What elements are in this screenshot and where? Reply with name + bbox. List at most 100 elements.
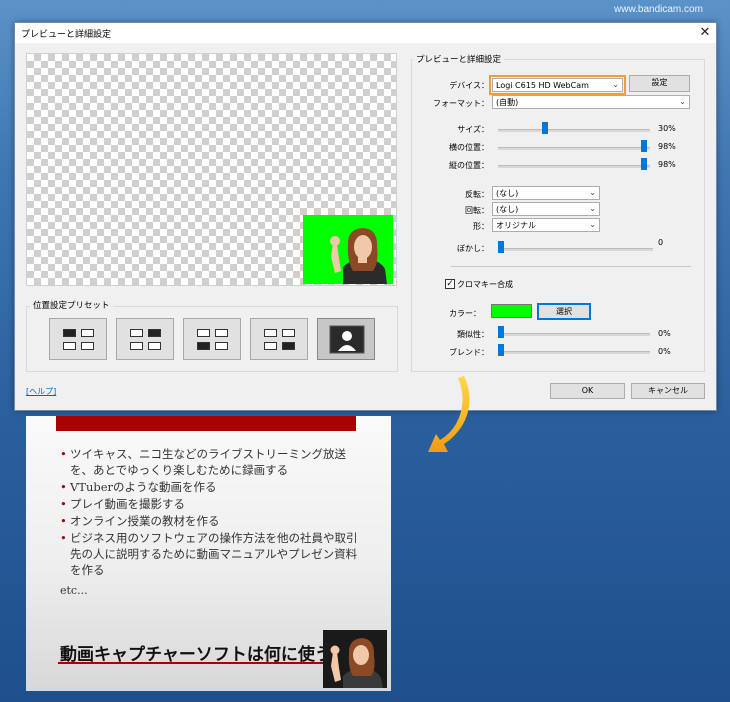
chevron-down-icon: ⌄ bbox=[679, 97, 686, 106]
device-select[interactable]: Logi C615 HD WebCam ⌄ bbox=[492, 78, 623, 92]
divider bbox=[451, 266, 691, 267]
similarity-slider-thumb[interactable] bbox=[498, 326, 504, 338]
hpos-slider-track[interactable] bbox=[498, 147, 650, 150]
preset-group-label: 位置設定プリセット bbox=[30, 299, 113, 311]
preview-settings-dialog: プレビューと詳細設定 ✕ 位置設定プリセット プレビューと詳細設定 デバイス： … bbox=[14, 22, 717, 411]
checkmark-icon: ✓ bbox=[446, 279, 454, 289]
cell-icon bbox=[130, 329, 143, 337]
woman-waving-image bbox=[303, 215, 393, 284]
flip-label: 反転： bbox=[465, 190, 489, 199]
cancel-button[interactable]: キャンセル bbox=[631, 383, 705, 399]
cell-icon bbox=[264, 329, 277, 337]
shape-select[interactable]: オリジナル ⌄ bbox=[492, 218, 600, 232]
list-item: ツイキャス、ニコ生などのライブストリーミング放送を、あとでゆっくり楽しむために録… bbox=[60, 446, 360, 478]
rotate-select[interactable]: (なし) ⌄ bbox=[492, 202, 600, 216]
cell-icon bbox=[215, 329, 228, 337]
blend-label: ブレンド： bbox=[449, 348, 489, 357]
flip-value: (なし) bbox=[496, 189, 519, 198]
device-label: デバイス： bbox=[449, 81, 489, 90]
blur-value: 0 bbox=[658, 238, 664, 247]
color-select-button[interactable]: 選択 bbox=[537, 303, 591, 320]
cell-icon bbox=[81, 342, 94, 350]
blend-slider-track[interactable] bbox=[498, 351, 650, 354]
vpos-slider-thumb[interactable] bbox=[641, 158, 648, 170]
blur-slider-track[interactable] bbox=[498, 248, 653, 251]
slide-top-bar bbox=[56, 416, 356, 431]
ok-button[interactable]: OK bbox=[550, 383, 625, 399]
cell-icon bbox=[81, 329, 94, 337]
color-label: カラー： bbox=[449, 309, 481, 318]
size-slider-thumb[interactable] bbox=[541, 122, 548, 134]
preset-top-left-button[interactable] bbox=[49, 318, 107, 360]
preset-bottom-right-button[interactable] bbox=[250, 318, 308, 360]
hpos-label: 横の位置： bbox=[449, 143, 489, 152]
blur-slider-thumb[interactable] bbox=[498, 241, 504, 253]
cell-icon bbox=[197, 329, 210, 337]
size-slider-track[interactable] bbox=[498, 129, 650, 132]
vpos-label: 縦の位置： bbox=[449, 161, 489, 170]
preset-top-right-button[interactable] bbox=[116, 318, 174, 360]
dialog-title: プレビューと詳細設定 bbox=[21, 30, 112, 40]
rotate-value: (なし) bbox=[496, 205, 519, 214]
format-label: フォーマット： bbox=[433, 99, 489, 108]
size-value: 30% bbox=[658, 124, 676, 133]
cell-icon bbox=[130, 342, 143, 350]
woman-waving-photo bbox=[323, 630, 387, 688]
preset-bottom-left-button[interactable] bbox=[183, 318, 241, 360]
person-icon bbox=[329, 325, 365, 354]
shape-value: オリジナル bbox=[496, 221, 536, 230]
cell-icon bbox=[63, 329, 76, 337]
similarity-value: 0% bbox=[658, 329, 671, 338]
chevron-down-icon: ⌄ bbox=[589, 188, 596, 197]
cell-icon bbox=[282, 329, 295, 337]
similarity-label: 類似性： bbox=[457, 330, 489, 339]
slide-bullet-list: ツイキャス、ニコ生などのライブストリーミング放送を、あとでゆっくり楽しむために録… bbox=[60, 446, 360, 579]
blend-value: 0% bbox=[658, 347, 671, 356]
format-value: (自動) bbox=[496, 98, 519, 107]
vpos-slider-track[interactable] bbox=[498, 165, 650, 168]
chevron-down-icon: ⌄ bbox=[589, 220, 596, 229]
chevron-down-icon: ⌄ bbox=[612, 80, 619, 89]
presentation-slide: ツイキャス、ニコ生などのライブストリーミング放送を、あとでゆっくり楽しむために録… bbox=[26, 416, 391, 691]
chromakey-label: クロマキー合成 bbox=[457, 280, 513, 289]
blur-label: ぼかし： bbox=[457, 244, 489, 253]
similarity-slider-track[interactable] bbox=[498, 333, 650, 336]
hpos-value: 98% bbox=[658, 142, 676, 151]
cell-icon bbox=[264, 342, 277, 350]
help-link[interactable]: [ヘルプ] bbox=[26, 386, 56, 397]
vpos-value: 98% bbox=[658, 160, 676, 169]
hpos-slider-thumb[interactable] bbox=[641, 140, 648, 152]
cell-icon bbox=[282, 342, 295, 350]
cell-icon bbox=[215, 342, 228, 350]
format-select[interactable]: (自動) ⌄ bbox=[492, 95, 690, 109]
cell-icon bbox=[148, 329, 161, 337]
curved-arrow-icon bbox=[428, 376, 470, 452]
preset-fullscreen-button[interactable] bbox=[317, 318, 375, 360]
preview-canvas bbox=[26, 53, 397, 286]
watermark: www.bandicam.com bbox=[614, 4, 703, 15]
cell-icon bbox=[197, 342, 210, 350]
list-item: VTuberのような動画を作る bbox=[60, 479, 360, 495]
woman-waving-image bbox=[323, 630, 387, 688]
heading-underline bbox=[58, 662, 343, 664]
flip-select[interactable]: (なし) ⌄ bbox=[492, 186, 600, 200]
chromakey-checkbox[interactable]: ✓ bbox=[445, 279, 455, 289]
list-item: オンライン授業の教材を作る bbox=[60, 513, 360, 529]
list-item: ビジネス用のソフトウェアの操作方法を他の社員や取引先の人に説明するために動画マニ… bbox=[60, 530, 360, 578]
cell-icon bbox=[63, 342, 76, 350]
slide-etc-text: etc... bbox=[60, 584, 88, 597]
webcam-overlay-preview bbox=[303, 215, 393, 284]
rotate-label: 回転： bbox=[465, 206, 489, 215]
cell-icon bbox=[148, 342, 161, 350]
device-value: Logi C615 HD WebCam bbox=[496, 81, 589, 90]
close-button[interactable]: ✕ bbox=[695, 24, 715, 42]
title-bar: プレビューと詳細設定 ✕ bbox=[15, 23, 716, 43]
blend-slider-thumb[interactable] bbox=[498, 344, 504, 356]
size-label: サイズ： bbox=[457, 125, 489, 134]
shape-label: 形： bbox=[473, 222, 489, 231]
color-swatch[interactable] bbox=[491, 304, 532, 318]
list-item: プレイ動画を撮影する bbox=[60, 496, 360, 512]
settings-group-label: プレビューと詳細設定 bbox=[413, 53, 505, 65]
chevron-down-icon: ⌄ bbox=[589, 204, 596, 213]
device-settings-button[interactable]: 設定 bbox=[629, 75, 690, 92]
